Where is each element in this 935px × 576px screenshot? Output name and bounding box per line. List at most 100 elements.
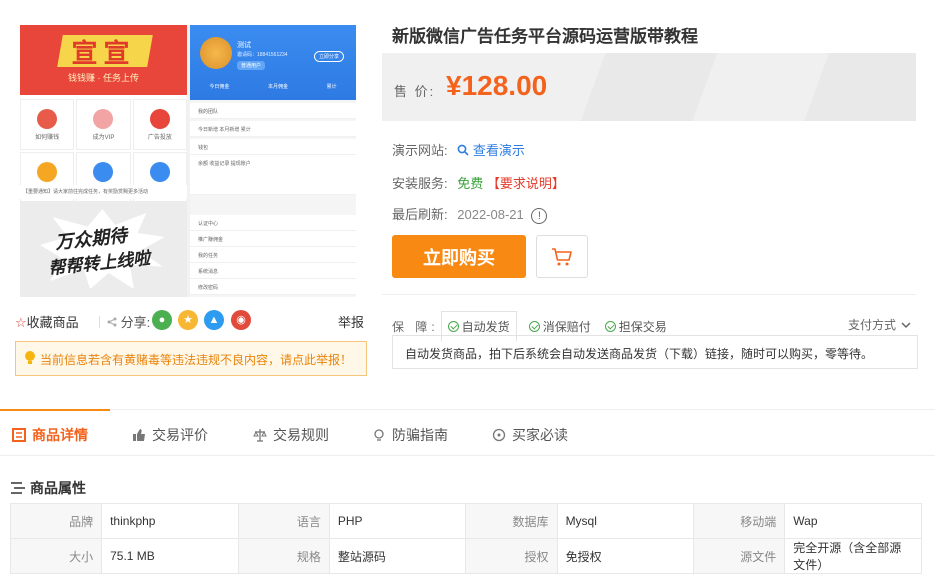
attr-value: 完全开源（含全部源文件） (784, 538, 922, 574)
guarantee-compensation[interactable]: 消保赔付 (528, 318, 591, 335)
report-link[interactable]: 举报 (338, 312, 364, 331)
stat-label: 本月佣金 (267, 84, 288, 90)
preview-stats: 今日佣金 本月佣金 累计 (190, 83, 356, 90)
attr-key: 数据库 (465, 503, 558, 539)
cart-icon (552, 247, 572, 265)
favorite-circle-icon[interactable]: ★ (178, 310, 198, 330)
scale-icon (253, 429, 267, 442)
attr-value: 免授权 (556, 538, 695, 574)
install-row: 安装服务: 免费 【要求说明】 (392, 173, 565, 192)
banner-text: 宣宣 (71, 39, 136, 69)
share-icon (107, 317, 117, 327)
add-to-cart-button[interactable] (536, 235, 588, 278)
favorite-button[interactable]: ☆收藏商品 (15, 312, 79, 331)
attributes-table: 品牌 thinkphp 语言 PHP 数据库 Mysql 移动端 Wap 大小 … (9, 503, 922, 574)
price-value: ¥128.00 (446, 70, 548, 101)
preview-menu-row: 认证中心 (190, 215, 356, 231)
tab-buyer-notes[interactable]: 买家必读 (492, 425, 568, 445)
tab-label: 防骗指南 (392, 427, 448, 443)
lightbulb-icon (25, 351, 35, 364)
tab-reviews[interactable]: 交易评价 (132, 425, 208, 445)
list-icon (11, 482, 25, 494)
preview-notice: 【重要通知】请大家前往完成任务，有奖励赏赐更多活动 (20, 185, 187, 199)
guarantee-label: 保 障: (392, 320, 439, 334)
favorite-label: 收藏商品 (26, 315, 79, 330)
check-icon (528, 321, 540, 332)
product-title: 新版微信广告任务平台源码运营版带教程 (392, 27, 698, 46)
share-text: 分享: (120, 315, 151, 330)
table-row: 品牌 thinkphp 语言 PHP 数据库 Mysql 移动端 Wap (9, 503, 922, 539)
attr-key: 大小 (9, 538, 103, 574)
star-icon: ☆ (15, 315, 27, 330)
preview-app-icon (37, 108, 58, 129)
table-row: 大小 75.1 MB 规格 整站源码 授权 免授权 源文件 完全开源（含全部源文… (9, 538, 922, 574)
tab-label: 买家必读 (512, 427, 568, 443)
guarantee-description: 自动发货商品，拍下后系统会自动发送商品发货（下载）链接，随时可以购买，零等待。 (392, 335, 918, 369)
price-label: 售 价: (394, 84, 436, 99)
details-icon (12, 428, 26, 442)
share-label: 分享: (107, 312, 150, 331)
refresh-date: 2022-08-21 (457, 207, 524, 222)
install-note-link[interactable]: 【要求说明】 (487, 176, 565, 191)
preview-menu-row: 推广赚佣金 (190, 231, 356, 247)
attr-key: 品牌 (9, 503, 103, 539)
tab-rules[interactable]: 交易规则 (253, 425, 329, 445)
attr-key: 移动端 (693, 503, 786, 539)
preview-left-screen: 宣宣 钱钱赚 · 任务上传 如何赚钱成为VIP广告投放余额推广二维码APP下载 … (20, 25, 187, 297)
preview-menu-row: 我的团队 (190, 103, 356, 119)
preview-burst-banner: 万众期待 帮帮转上线啦 (20, 201, 187, 297)
check-icon (604, 321, 616, 332)
payment-method-label: 支付方式 (848, 318, 897, 332)
stat-label: 累计 (326, 84, 337, 90)
preview-menu-row: 修改密码 (190, 279, 356, 295)
preview-icon-label: 成为VIP (92, 134, 115, 141)
avatar (200, 37, 232, 69)
tab-anti-fraud[interactable]: 防骗指南 (372, 425, 448, 445)
demo-link-text: 查看演示 (472, 143, 525, 158)
demo-label: 演示网站: (392, 143, 448, 158)
search-icon (457, 144, 469, 156)
demo-link[interactable]: 查看演示 (451, 143, 525, 158)
demo-row: 演示网站: 查看演示 (392, 140, 525, 159)
preview-app-icon (149, 161, 170, 182)
divider (99, 316, 100, 328)
product-actions: ☆收藏商品 分享: ● ★ ▲ ◉ 举报 (15, 310, 367, 332)
guarantee-item-label: 担保交易 (618, 320, 667, 334)
price-panel: 售 价: ¥128.00 (382, 53, 916, 121)
preview-menu-row: 系统消息 (190, 263, 356, 279)
stat-label: 今日佣金 (209, 84, 230, 90)
preview-user-tag: 普通用户 (237, 61, 266, 70)
tab-label: 商品详情 (32, 427, 88, 443)
guarantee-item-label: 自动发货 (461, 320, 510, 334)
preview-app-icon (149, 108, 170, 129)
preview-right-screen: 测试 邀请码：18841561234 普通用户 立即分享 今日佣金 本月佣金 累… (190, 25, 356, 297)
preview-icon-label: 如何赚钱 (35, 134, 60, 141)
attr-value: Mysql (556, 503, 695, 539)
attr-value: thinkphp (101, 503, 239, 539)
lightbulb-icon (374, 429, 384, 441)
qq-icon[interactable]: ▲ (204, 310, 224, 330)
compass-icon (492, 428, 506, 442)
preview-app-icon (93, 161, 114, 182)
attr-value: Wap (784, 503, 922, 539)
attr-key: 语言 (237, 503, 330, 539)
preview-icon-cell: 成为VIP (76, 99, 131, 150)
preview-user-header: 测试 邀请码：18841561234 普通用户 立即分享 今日佣金 本月佣金 累… (190, 25, 356, 100)
wechat-icon[interactable]: ● (152, 310, 172, 330)
payment-method-dropdown[interactable]: 支付方式 (848, 316, 911, 333)
attr-value: 75.1 MB (101, 538, 239, 574)
buy-now-button[interactable]: 立即购买 (392, 235, 526, 278)
info-icon[interactable]: ! (531, 207, 548, 224)
guarantee-escrow[interactable]: 担保交易 (604, 318, 667, 335)
tab-details[interactable]: 商品详情 (12, 425, 88, 445)
product-preview-image: 宣宣 钱钱赚 · 任务上传 如何赚钱成为VIP广告投放余额推广二维码APP下载 … (20, 25, 356, 297)
weibo-icon[interactable]: ◉ (231, 310, 251, 330)
check-icon (447, 321, 459, 332)
preview-menu-row: 我的任务 (190, 247, 356, 263)
preview-banner: 宣宣 钱钱赚 · 任务上传 (20, 25, 187, 95)
preview-menu-row: 今日新增 本月新增 累计 (190, 121, 356, 137)
install-label: 安装服务: (392, 176, 448, 191)
tab-label: 交易规则 (273, 427, 329, 443)
install-value: 免费 (457, 176, 484, 191)
report-warning[interactable]: 当前信息若含有黄赌毒等违法违规不良内容，请点此举报！ (15, 341, 367, 376)
